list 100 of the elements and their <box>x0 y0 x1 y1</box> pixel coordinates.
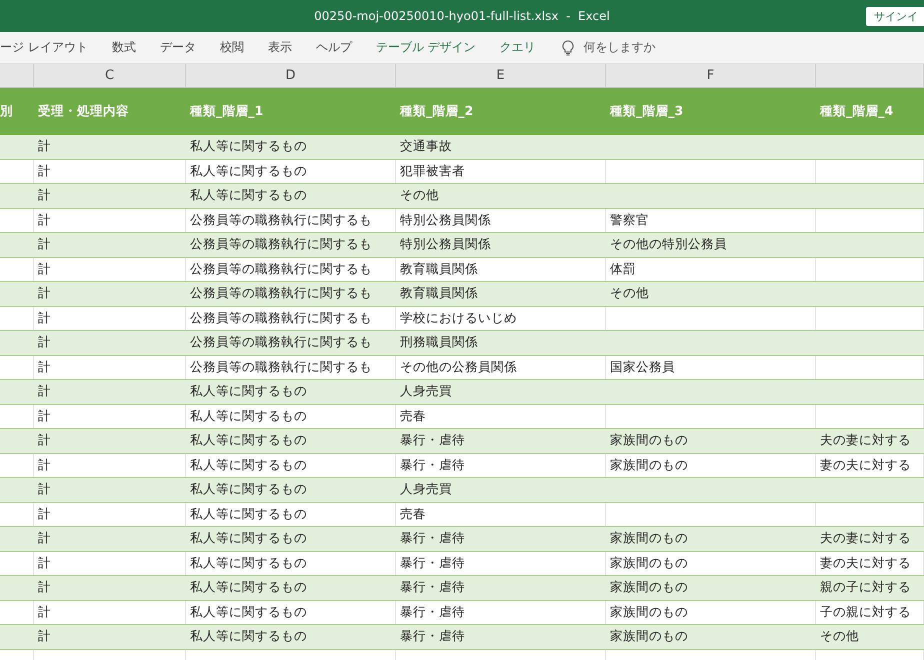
window-title: 00250-moj-00250010-hyo01-full-list.xlsx - Excel <box>314 9 610 23</box>
table-cell-text: 計 <box>37 162 51 180</box>
table-cell-text: 人身売買 <box>399 481 452 498</box>
table-cell-text: 計 <box>37 604 51 621</box>
table-cell-text: 公務員等の職務執行に関するも <box>189 236 372 254</box>
table-cell-text: 子の親に対する <box>819 604 911 621</box>
table-cell-text: 計 <box>37 310 51 327</box>
ribbon-tab[interactable]: クエリ <box>488 39 548 56</box>
table-cell-text: 計 <box>37 408 51 425</box>
table-cell-text: 公務員等の職務執行に関するも <box>189 358 372 376</box>
table-cell-text: 人身売買 <box>399 383 452 400</box>
table-cell-text: 公務員等の職務執行に関するも <box>189 212 372 229</box>
table-cell-text: 計 <box>37 260 51 278</box>
table-cell-text: 私人等に関するもの <box>189 530 307 548</box>
table-cell-text: 私人等に関するもの <box>189 408 307 425</box>
tell-me-field[interactable]: 何をしますか <box>584 39 656 56</box>
table-cell-text: その他 <box>609 285 649 302</box>
table-cell-text: 特別公務員関係 <box>399 212 491 229</box>
table-cell-text: 暴行・虐待 <box>399 530 465 548</box>
table-cell-text: その他 <box>399 187 439 204</box>
column-header: 種類_階層_2 <box>398 103 474 120</box>
table-cell-text: 刑務職員関係 <box>399 334 478 352</box>
table-cell-text: 公務員等の職務執行に関するも <box>189 285 372 302</box>
table-cell-text: 教育職員関係 <box>399 260 478 278</box>
table-cell-text: 警察官 <box>609 212 649 229</box>
ribbon-tab[interactable]: データ <box>148 39 208 56</box>
table-cell-text: 計 <box>37 481 51 498</box>
table-cell-text: 私人等に関するもの <box>189 456 307 474</box>
table-cell-text: 私人等に関するもの <box>189 162 307 180</box>
table-cell-text: 学校におけるいじめ <box>399 310 517 327</box>
table-cell-text: 私人等に関するもの <box>189 628 307 646</box>
table-cell-text: その他 <box>819 628 859 646</box>
table-cell-text: 私人等に関するもの <box>189 187 307 204</box>
table-cell-text: 交通事故 <box>399 138 452 156</box>
column-letter[interactable]: F <box>706 68 714 83</box>
table-cell-text: 計 <box>37 579 51 596</box>
column-header: 種類_階層_1 <box>188 103 264 120</box>
column-letter[interactable]: E <box>496 68 505 83</box>
table-cell-text: 計 <box>37 212 51 229</box>
table-cell-text: 計 <box>37 236 51 254</box>
column-letter[interactable]: D <box>285 68 296 83</box>
table-cell-text: 私人等に関するもの <box>189 138 307 156</box>
table-cell-text: 計 <box>37 628 51 646</box>
table-cell-text: 計 <box>37 383 51 400</box>
table-cell-text: 私人等に関するもの <box>189 432 307 450</box>
table-cell-text: 教育職員関係 <box>399 285 478 302</box>
table-cell-text: 家族間のもの <box>609 628 688 646</box>
table-cell-text: 特別公務員関係 <box>399 236 491 254</box>
table-cell-text: 夫の妻に対する <box>819 530 911 548</box>
table-cell-text: 公務員等の職務執行に関するも <box>189 310 372 327</box>
table-cell-text: 計 <box>37 432 51 450</box>
table-cell-text: 犯罪被害者 <box>399 162 465 180</box>
table-cell-text: 家族間のもの <box>609 579 688 596</box>
table-cell-text: 私人等に関するもの <box>189 604 307 621</box>
table-cell-text: 家族間のもの <box>609 530 688 548</box>
table-cell-text: 計 <box>37 554 51 572</box>
table-cell-text: 国家公務員 <box>609 358 675 376</box>
table-cell-text: 計 <box>37 506 51 523</box>
table-cell-text: 妻の夫に対する <box>819 554 911 572</box>
table-cell-text: 私人等に関するもの <box>189 481 307 498</box>
table-cell-text: 私人等に関するもの <box>189 579 307 596</box>
table-cell-text: 計 <box>37 456 51 474</box>
ribbon-tab[interactable]: ージ レイアウト <box>0 39 100 56</box>
table-cell-text: 計 <box>37 530 51 548</box>
sign-in-button[interactable]: サインイ <box>866 7 924 26</box>
table-cell-text: 暴行・虐待 <box>399 628 465 646</box>
table-cell-text: 私人等に関するもの <box>189 554 307 572</box>
table-cell-text: 暴行・虐待 <box>399 432 465 450</box>
ribbon-tab[interactable]: 数式 <box>100 39 148 56</box>
table-cell-text: 計 <box>37 138 51 156</box>
column-header: 受理・処理内容 <box>37 103 130 120</box>
table-cell-text: 計 <box>37 285 51 302</box>
ribbon-tab[interactable]: 校閲 <box>208 39 256 56</box>
table-cell-text: 夫の妻に対する <box>819 432 911 450</box>
ribbon-tab[interactable]: 表示 <box>256 39 304 56</box>
table-cell-text: 体罰 <box>609 260 636 278</box>
table-cell-text: 暴行・虐待 <box>399 579 465 596</box>
table-cell-text: 計 <box>37 187 51 204</box>
column-header: 種類_階層_3 <box>608 103 684 120</box>
table-cell-text: 計 <box>37 334 51 352</box>
column-header: 別 <box>0 103 14 120</box>
table-cell-text: 公務員等の職務執行に関するも <box>189 260 372 278</box>
ribbon-tab[interactable]: ヘルプ <box>304 39 364 56</box>
table-cell-text: 暴行・虐待 <box>399 456 465 474</box>
table-cell-text: 公務員等の職務執行に関するも <box>189 334 372 352</box>
table-cell-text: 私人等に関するもの <box>189 383 307 400</box>
table-cell-text: 妻の夫に対する <box>819 456 911 474</box>
table-cell-text: 家族間のもの <box>609 554 688 572</box>
lightbulb-icon[interactable] <box>562 40 574 56</box>
table-cell-text: 親の子に対する <box>819 579 911 596</box>
table-cell-text: 家族間のもの <box>609 432 688 450</box>
column-letter[interactable]: C <box>104 68 114 83</box>
column-header: 種類_階層_4 <box>818 103 894 120</box>
table-cell-text: 計 <box>37 358 51 376</box>
ribbon-tab[interactable]: テーブル デザイン <box>364 39 488 56</box>
table-cell-text: 暴行・虐待 <box>399 554 465 572</box>
table-cell-text: 売春 <box>399 408 426 425</box>
table-cell-text: その他の公務員関係 <box>399 358 517 376</box>
table-cell-text: 私人等に関するもの <box>189 506 307 523</box>
table-cell-text: 売春 <box>399 506 426 523</box>
